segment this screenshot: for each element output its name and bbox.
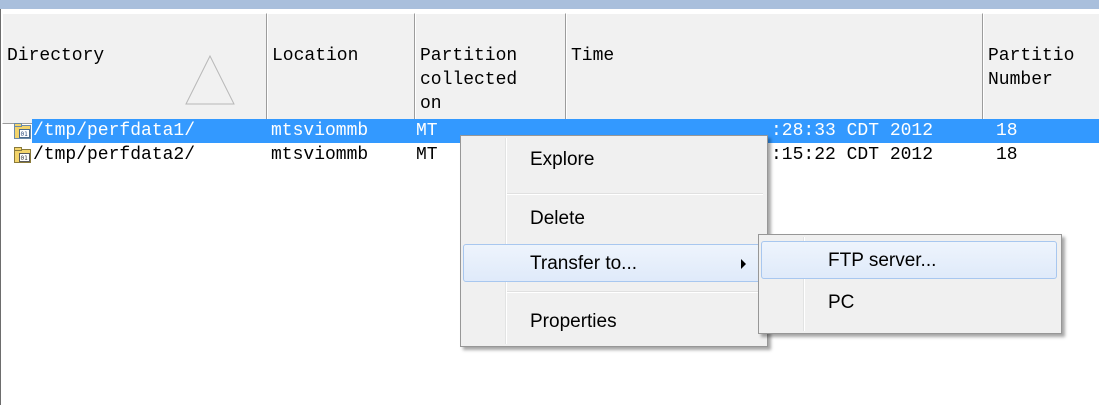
svg-text:01: 01 bbox=[21, 131, 29, 138]
cell-partition: MT bbox=[416, 121, 438, 141]
menu-item-label: Transfer to... bbox=[530, 253, 637, 274]
menu-item-label: Delete bbox=[530, 208, 585, 229]
menu-item-transfer-to[interactable]: Transfer to... bbox=[463, 244, 763, 282]
sort-triangle-icon bbox=[185, 54, 235, 105]
menu-item-delete[interactable]: Delete bbox=[463, 199, 763, 237]
cell-time: :15:22 CDT 2012 bbox=[771, 145, 934, 165]
window-top-bar bbox=[0, 0, 1099, 9]
folder-data-icon: 01 bbox=[14, 147, 31, 163]
menu-item-label: Properties bbox=[530, 311, 617, 332]
menu-item-explore[interactable]: Explore bbox=[463, 140, 763, 178]
column-header-directory[interactable]: Directory bbox=[2, 13, 267, 124]
cell-location: mtsviommb bbox=[271, 121, 369, 141]
menu-item-label: Explore bbox=[530, 149, 595, 170]
cell-partition: MT bbox=[416, 145, 438, 165]
column-header-partition-collected-on[interactable]: Partition collected on bbox=[415, 13, 566, 124]
column-header-label: Location bbox=[272, 46, 359, 66]
transfer-submenu: FTP server... PC bbox=[758, 234, 1062, 334]
menu-item-pc[interactable]: PC bbox=[761, 283, 1057, 321]
column-header-location[interactable]: Location bbox=[267, 13, 415, 124]
menu-separator bbox=[507, 193, 763, 195]
folder-data-icon: 01 bbox=[14, 123, 31, 139]
table-header: Directory Location Partition collected o… bbox=[2, 13, 1099, 124]
column-header-partition-number[interactable]: Partitio Number bbox=[983, 13, 1099, 124]
cell-number: 18 bbox=[996, 121, 1018, 141]
menu-item-label: PC bbox=[828, 292, 855, 313]
cell-directory: /tmp/perfdata1/ bbox=[33, 121, 196, 141]
cell-location: mtsviommb bbox=[271, 145, 369, 165]
menu-item-ftp-server[interactable]: FTP server... bbox=[761, 241, 1057, 279]
column-header-label: Partitio Number bbox=[988, 46, 1075, 90]
column-header-time[interactable]: Time bbox=[566, 13, 983, 124]
menu-item-label: FTP server... bbox=[828, 250, 937, 271]
cell-number: 18 bbox=[996, 145, 1018, 165]
menu-separator bbox=[507, 291, 763, 293]
column-header-label: Time bbox=[571, 46, 615, 66]
context-menu: Explore Delete Transfer to... Properties bbox=[460, 135, 768, 347]
cell-time: :28:33 CDT 2012 bbox=[771, 121, 934, 141]
cell-directory: /tmp/perfdata2/ bbox=[33, 145, 196, 165]
svg-text:01: 01 bbox=[21, 155, 29, 162]
submenu-arrow-icon bbox=[741, 259, 746, 269]
menu-item-properties[interactable]: Properties bbox=[463, 302, 763, 340]
column-header-label: Partition collected on bbox=[420, 46, 518, 114]
